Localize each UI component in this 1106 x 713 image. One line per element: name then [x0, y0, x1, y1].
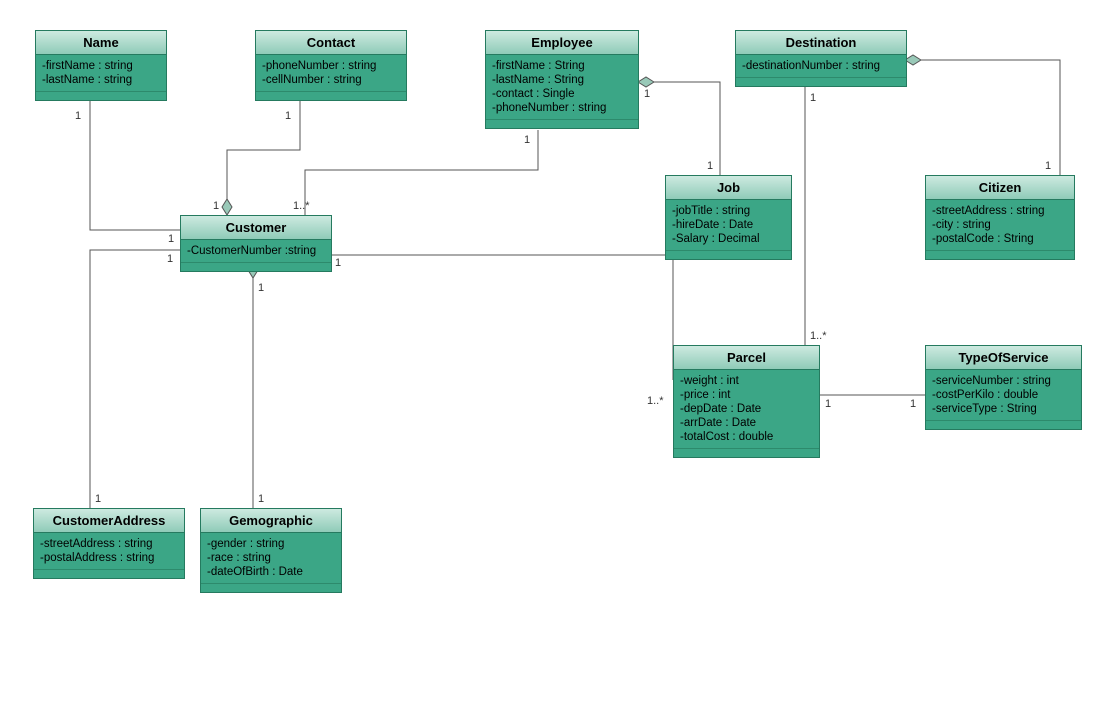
- mult-job: 1: [707, 160, 713, 172]
- class-gemographic: Gemographic -gender : string -race : str…: [200, 508, 342, 593]
- class-contact: Contact -phoneNumber : string -cellNumbe…: [255, 30, 407, 101]
- class-customer-title: Customer: [181, 216, 331, 240]
- class-name: Name -firstName : string -lastName : str…: [35, 30, 167, 101]
- mult-parcel-dest: 1..*: [810, 330, 827, 342]
- mult-cust-parcel: 1: [335, 257, 341, 269]
- class-contact-attrs: -phoneNumber : string -cellNumber : stri…: [256, 55, 406, 91]
- mult-addr: 1: [95, 493, 101, 505]
- mult-cust-name: 1: [168, 233, 174, 245]
- mult-gem: 1: [258, 493, 264, 505]
- mult-cust-contact: 1: [213, 200, 219, 212]
- mult-employee-job: 1: [644, 88, 650, 100]
- class-citizen: Citizen -streetAddress : string -city : …: [925, 175, 1075, 260]
- class-parcel-attrs: -weight : int -price : int -depDate : Da…: [674, 370, 819, 448]
- mult-contact: 1: [285, 110, 291, 122]
- mult-cust-emp: 1..*: [293, 200, 310, 212]
- class-customeraddress-title: CustomerAddress: [34, 509, 184, 533]
- class-destination: Destination -destinationNumber : string: [735, 30, 907, 87]
- mult-tos-parcel: 1: [910, 398, 916, 410]
- class-customer-attrs: -CustomerNumber :string: [181, 240, 331, 262]
- class-typeofservice-attrs: -serviceNumber : string -costPerKilo : d…: [926, 370, 1081, 420]
- mult-cust-gem: 1: [258, 282, 264, 294]
- class-job-attrs: -jobTitle : string -hireDate : Date -Sal…: [666, 200, 791, 250]
- class-customer: Customer -CustomerNumber :string: [180, 215, 332, 272]
- mult-parcel-cust: 1..*: [647, 395, 664, 407]
- class-typeofservice-title: TypeOfService: [926, 346, 1081, 370]
- class-typeofservice: TypeOfService -serviceNumber : string -c…: [925, 345, 1082, 430]
- class-contact-title: Contact: [256, 31, 406, 55]
- class-job-title: Job: [666, 176, 791, 200]
- mult-employee-b: 1: [524, 134, 530, 146]
- class-employee-title: Employee: [486, 31, 638, 55]
- class-customeraddress-attrs: -streetAddress : string -postalAddress :…: [34, 533, 184, 569]
- class-name-title: Name: [36, 31, 166, 55]
- class-employee-attrs: -firstName : String -lastName : String -…: [486, 55, 638, 119]
- class-gemographic-attrs: -gender : string -race : string -dateOfB…: [201, 533, 341, 583]
- class-destination-title: Destination: [736, 31, 906, 55]
- class-customeraddress: CustomerAddress -streetAddress : string …: [33, 508, 185, 579]
- class-parcel-title: Parcel: [674, 346, 819, 370]
- class-citizen-attrs: -streetAddress : string -city : string -…: [926, 200, 1074, 250]
- mult-dest: 1: [810, 92, 816, 104]
- class-destination-attrs: -destinationNumber : string: [736, 55, 906, 77]
- class-citizen-title: Citizen: [926, 176, 1074, 200]
- mult-cust-addr: 1: [167, 253, 173, 265]
- class-parcel: Parcel -weight : int -price : int -depDa…: [673, 345, 820, 458]
- class-name-attrs: -firstName : string -lastName : string: [36, 55, 166, 91]
- mult-parcel-tos: 1: [825, 398, 831, 410]
- class-employee: Employee -firstName : String -lastName :…: [485, 30, 639, 129]
- mult-citizen: 1: [1045, 160, 1051, 172]
- class-gemographic-title: Gemographic: [201, 509, 341, 533]
- mult-name: 1: [75, 110, 81, 122]
- class-job: Job -jobTitle : string -hireDate : Date …: [665, 175, 792, 260]
